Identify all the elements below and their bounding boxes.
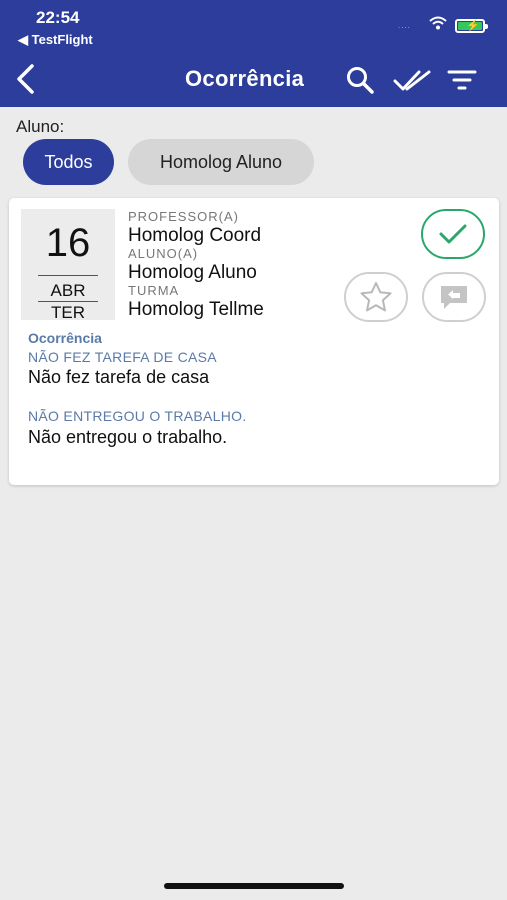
aluno-value: Homolog Aluno: [128, 262, 257, 283]
chip-todos[interactable]: Todos: [23, 139, 114, 185]
chevron-left-icon[interactable]: [12, 62, 42, 96]
occurrence-item-value: Não fez tarefa de casa: [28, 367, 210, 387]
app-header: 22:54 ◀ TestFlight .... ⚡ Ocorrência: [0, 0, 507, 107]
reply-icon: [441, 286, 467, 309]
mark-read-button[interactable]: [421, 209, 485, 259]
aluno-label: ALUNO(A): [128, 246, 199, 261]
wifi-icon: [429, 16, 447, 30]
home-indicator: [164, 883, 344, 889]
battery-icon: ⚡: [455, 19, 488, 33]
chip-homolog-aluno[interactable]: Homolog Aluno: [128, 139, 314, 185]
professor-value: Homolog Coord: [128, 225, 262, 246]
testflight-back-link[interactable]: ◀ TestFlight: [18, 32, 93, 48]
date-divider: [38, 301, 98, 302]
professor-label: PROFESSOR(A): [128, 209, 239, 224]
turma-label: TURMA: [128, 283, 180, 298]
section-title: Ocorrência: [28, 330, 102, 346]
occurrence-item-label: NÃO FEZ TAREFA DE CASA: [28, 349, 217, 365]
occurrence-item-value: Não entregou o trabalho.: [28, 427, 228, 447]
double-check-icon[interactable]: [393, 64, 433, 96]
signal-icon: ....: [398, 21, 411, 30]
occurrence-item-label: NÃO ENTREGOU O TRABALHO.: [28, 408, 247, 424]
date-month: ABR: [50, 281, 86, 300]
date-box: 16 ABR TER: [21, 209, 115, 322]
date-day: 16: [45, 221, 91, 265]
occurrence-card[interactable]: 16 ABR TER PROFESSOR(A) Homolog Coord AL…: [9, 198, 499, 485]
turma-value: Homolog Tellme: [128, 299, 264, 320]
date-divider: [38, 275, 98, 276]
favorite-button[interactable]: [344, 272, 408, 322]
reply-button[interactable]: [422, 272, 486, 322]
status-time: 22:54: [36, 8, 80, 27]
star-icon: [360, 282, 392, 312]
aluno-filter-label: Aluno:: [16, 117, 65, 136]
date-weekday: TER: [51, 303, 85, 322]
filter-icon[interactable]: [446, 64, 478, 96]
check-icon: [439, 224, 467, 244]
page-title: Ocorrência: [185, 66, 305, 91]
search-icon[interactable]: [344, 64, 376, 96]
